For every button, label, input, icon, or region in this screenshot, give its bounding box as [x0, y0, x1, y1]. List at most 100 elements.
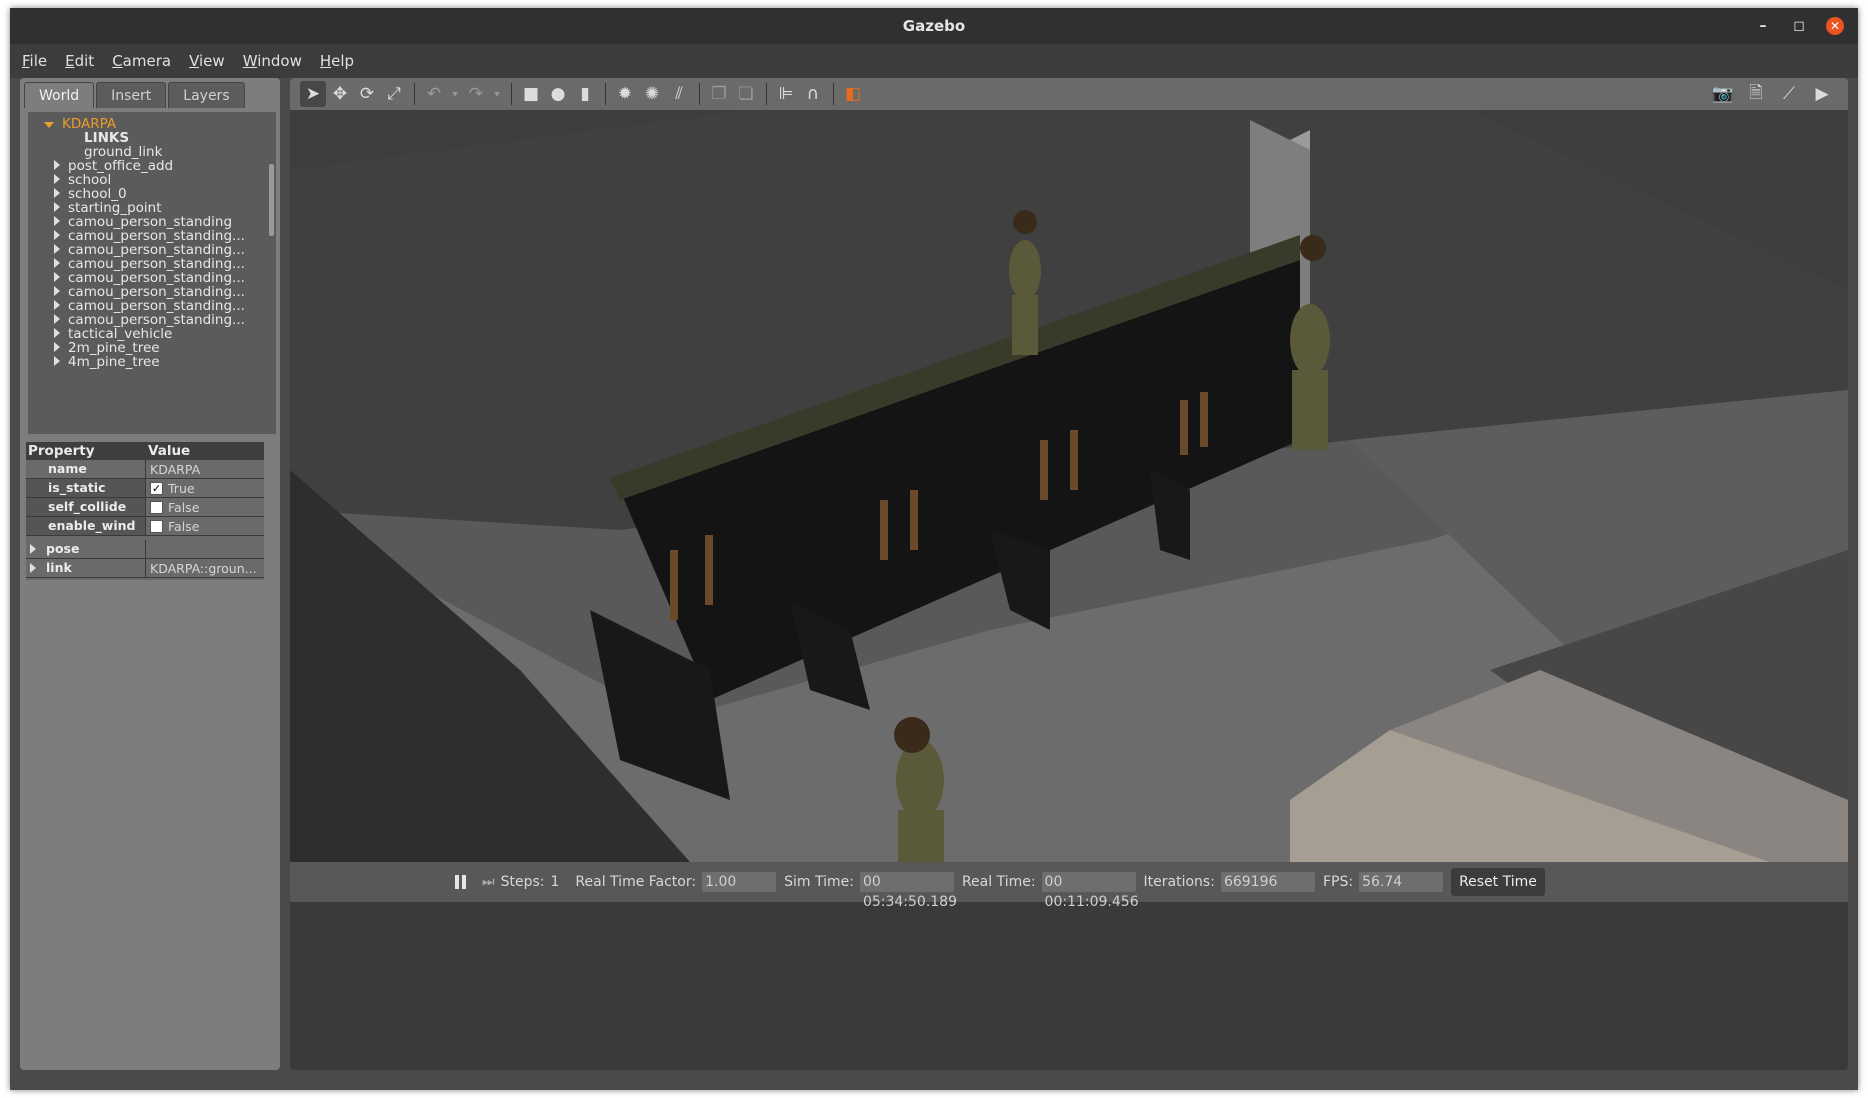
expand-arrow-icon[interactable] [54, 258, 60, 268]
tab-insert[interactable]: Insert [96, 82, 167, 108]
self-collide-checkbox[interactable] [150, 500, 163, 514]
property-row-link[interactable]: link KDARPA::groun... [26, 559, 264, 578]
expand-arrow-icon[interactable] [54, 188, 60, 198]
tree-scrollbar[interactable] [269, 164, 274, 236]
translate-mode-icon[interactable]: ✥ [327, 81, 353, 107]
expand-arrow-icon[interactable] [54, 314, 60, 324]
menu-window[interactable]: Window [243, 52, 302, 70]
sphere-shape-icon[interactable]: ● [545, 81, 571, 107]
toolbar-separator [605, 83, 606, 105]
status-bar: ⏭ Steps: 1 Real Time Factor: 1.00 Sim Ti… [290, 862, 1848, 910]
reset-time-button[interactable]: Reset Time [1451, 868, 1545, 896]
sim-time-label: Sim Time: [784, 874, 854, 890]
sim-time-field: 00 05:34:50.189 [859, 872, 957, 910]
redo-icon[interactable]: ↷ [463, 81, 489, 107]
maximize-icon[interactable]: ◻ [1790, 17, 1808, 35]
rtf-field: 1.00 [702, 872, 777, 892]
value-column-header: Value [148, 443, 191, 459]
log-icon[interactable]: 🗎 [1743, 81, 1769, 107]
expand-arrow-icon[interactable] [54, 342, 60, 352]
expand-arrow-icon[interactable] [54, 356, 60, 366]
menu-bar: File Edit Camera View Window Help [10, 44, 1858, 78]
toolbar-separator [699, 83, 700, 105]
3d-scene-viewport[interactable] [290, 110, 1848, 862]
step-icon[interactable]: ⏭ [482, 874, 495, 890]
video-record-icon[interactable]: ▶ [1809, 81, 1835, 107]
property-column-header: Property [28, 443, 95, 459]
expand-arrow-icon[interactable] [54, 244, 60, 254]
iterations-label: Iterations: [1143, 874, 1215, 890]
align-icon[interactable]: ⊫ [773, 81, 799, 107]
cylinder-shape-icon[interactable]: ▮ [572, 81, 598, 107]
title-bar: Gazebo – ◻ ✕ [10, 8, 1858, 44]
toolbar-right: 📷 🗎 ⟋ ▶ [1710, 81, 1836, 107]
undo-dropdown-icon[interactable]: ▾ [448, 81, 462, 107]
property-header: Property Value [26, 442, 264, 460]
select-mode-icon[interactable]: ➤ [300, 81, 326, 107]
toolbar-separator [511, 83, 512, 105]
expand-arrow-icon[interactable] [54, 272, 60, 282]
toolbar-separator [414, 83, 415, 105]
expand-arrow-icon[interactable] [54, 286, 60, 296]
toolbar-separator [833, 83, 834, 105]
window-controls: – ◻ ✕ [1754, 8, 1844, 44]
expand-arrow-icon[interactable] [44, 122, 54, 128]
expand-arrow-icon[interactable] [54, 300, 60, 310]
property-row-self-collide[interactable]: self_collide False [26, 498, 264, 517]
is-static-checkbox[interactable]: ✓ [150, 481, 163, 495]
paste-icon[interactable]: ❏ [733, 81, 759, 107]
expand-arrow-icon[interactable] [54, 216, 60, 226]
scale-mode-icon[interactable]: ⤢ [381, 81, 407, 107]
real-time-label: Real Time: [961, 874, 1036, 890]
menu-file[interactable]: File [22, 52, 47, 70]
property-table: Property Value name KDARPA is_static ✓ Tr… [26, 442, 264, 580]
menu-camera[interactable]: Camera [112, 52, 171, 70]
snap-icon[interactable]: ∩ [800, 81, 826, 107]
menu-view[interactable]: View [189, 52, 225, 70]
enable-wind-checkbox[interactable] [150, 519, 163, 533]
expand-arrow-icon[interactable] [54, 328, 60, 338]
pause-icon[interactable] [455, 875, 466, 889]
model-tree: KDARPA LINKS ground_link post_office_add… [28, 112, 276, 434]
minimize-icon[interactable]: – [1754, 17, 1772, 35]
rtf-label: Real Time Factor: [575, 874, 697, 890]
window-title: Gazebo [902, 17, 966, 35]
expand-arrow-icon[interactable] [54, 174, 60, 184]
point-light-icon[interactable]: ✹ [612, 81, 638, 107]
box-shape-icon[interactable]: ■ [518, 81, 544, 107]
tab-world[interactable]: World [24, 82, 95, 108]
fps-label: FPS: [1322, 874, 1354, 890]
rotate-mode-icon[interactable]: ⟳ [354, 81, 380, 107]
redo-dropdown-icon[interactable]: ▾ [490, 81, 504, 107]
menu-help[interactable]: Help [320, 52, 354, 70]
property-row-enable-wind[interactable]: enable_wind False [26, 517, 264, 536]
directional-light-icon[interactable]: ⫽ [666, 81, 692, 107]
expand-arrow-icon[interactable] [54, 160, 60, 170]
viewport-container: ➤ ✥ ⟳ ⤢ ↶ ▾ ↷ ▾ ■ ● ▮ ✹ ✺ ⫽ ❐ ❏ ⊫ ∩ ◧ 📷 … [290, 78, 1848, 1070]
toolbar-separator [766, 83, 767, 105]
spot-light-icon[interactable]: ✺ [639, 81, 665, 107]
expand-arrow-icon[interactable] [54, 202, 60, 212]
expand-arrow-icon[interactable] [30, 544, 36, 554]
property-row-pose[interactable]: pose [26, 540, 264, 559]
toolbar: ➤ ✥ ⟳ ⤢ ↶ ▾ ↷ ▾ ■ ● ▮ ✹ ✺ ⫽ ❐ ❏ ⊫ ∩ ◧ 📷 … [290, 78, 1848, 110]
iterations-field: 669196 [1220, 872, 1315, 892]
panel-tabs: World Insert Layers [24, 82, 245, 108]
expand-arrow-icon[interactable] [54, 230, 60, 240]
property-row-is-static[interactable]: is_static ✓ True [26, 479, 264, 498]
steps-value[interactable]: 1 [551, 874, 560, 890]
screenshot-icon[interactable]: 📷 [1710, 81, 1736, 107]
view-angle-icon[interactable]: ◧ [840, 81, 866, 107]
fps-field: 56.74 [1359, 872, 1444, 892]
steps-label: Steps: [500, 874, 545, 890]
property-row-name[interactable]: name KDARPA [26, 460, 264, 479]
plot-icon[interactable]: ⟋ [1776, 81, 1802, 107]
copy-icon[interactable]: ❐ [706, 81, 732, 107]
tree-item[interactable]: 4m_pine_tree [54, 354, 160, 371]
undo-icon[interactable]: ↶ [421, 81, 447, 107]
gazebo-window: Gazebo – ◻ ✕ File Edit Camera View Windo… [10, 8, 1858, 1090]
tab-layers[interactable]: Layers [168, 82, 245, 108]
menu-edit[interactable]: Edit [65, 52, 94, 70]
expand-arrow-icon[interactable] [30, 563, 36, 573]
close-icon[interactable]: ✕ [1826, 17, 1844, 35]
